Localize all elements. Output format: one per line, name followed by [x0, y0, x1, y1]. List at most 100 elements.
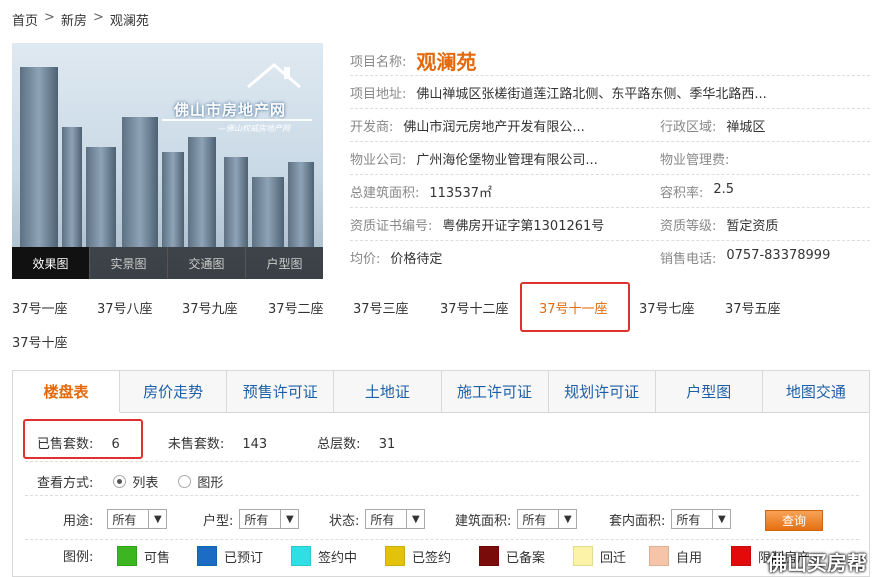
legend-item-signed: 已签约 — [385, 546, 451, 566]
view-mode: 查看方式: 列表 图形 — [37, 472, 223, 491]
info-row-price: 均价: 价格待定 销售电话: 0757-83378999 — [350, 241, 870, 274]
legend-item-label: 回迁 — [600, 550, 627, 566]
property-company-label: 物业公司: — [350, 152, 407, 168]
photo-tab-real[interactable]: 实景图 — [90, 247, 168, 279]
tab-price-trend[interactable]: 房价走势 — [120, 371, 228, 412]
building-item[interactable]: 37号二座 — [268, 298, 324, 317]
tab-planning-permit[interactable]: 规划许可证 — [549, 371, 656, 412]
photo-tab-floorplan[interactable]: 户型图 — [246, 247, 323, 279]
filter-status-select[interactable]: 所有 ▼ — [365, 509, 426, 529]
view-list-label[interactable]: 列表 — [132, 472, 158, 491]
divider — [25, 539, 859, 540]
photo-tab-rendering[interactable]: 效果图 — [12, 247, 90, 279]
chevron-down-icon: ▼ — [558, 510, 576, 528]
filter-status: 状态: 所有 ▼ — [329, 509, 426, 529]
filter-inner-area-select[interactable]: 所有 ▼ — [671, 509, 732, 529]
district-label: 行政区域: — [660, 119, 717, 135]
tab-land-cert[interactable]: 土地证 — [334, 371, 442, 412]
total-area-label: 总建筑面积: — [350, 185, 420, 201]
legend-swatch — [649, 546, 669, 566]
info-row-area: 总建筑面积: 113537㎡ 容积率: 2.5 — [350, 175, 870, 208]
legend-item-relocation: 回迁 — [573, 546, 626, 566]
legend-item-reserved: 已预订 — [197, 546, 263, 566]
info-row-developer: 开发商: 佛山市润元房地产开发有限公... 行政区域: 禅城区 — [350, 109, 870, 142]
project-info: 项目名称: 观澜苑 项目地址: 佛山禅城区张槎街道莲江路北侧、东平路东侧、季华北… — [350, 46, 870, 274]
logo-divider — [162, 119, 312, 121]
building-illustration — [162, 152, 184, 247]
breadcrumb-home[interactable]: 首页 — [12, 10, 38, 29]
filter-use-value: 所有 — [112, 512, 137, 527]
view-mode-label: 查看方式: — [37, 476, 94, 491]
site-logo-subtext: —佛山权威房地产网 — [218, 124, 290, 133]
tab-map-traffic[interactable]: 地图交通 — [763, 371, 869, 412]
building-item[interactable]: 37号八座 — [97, 298, 153, 317]
house-logo-icon — [247, 63, 301, 89]
legend-item-available: 可售 — [117, 546, 170, 566]
project-photo[interactable]: 佛山市房地产网 —佛山权威房地产网 效果图 实景图 交通图 户型图 — [12, 43, 323, 279]
building-illustration — [62, 127, 82, 247]
cert-number-value: 粤佛房开证字第1301261号 — [442, 218, 605, 234]
info-row-name: 项目名称: 观澜苑 — [350, 46, 870, 76]
filter-inner-area-label: 套内面积: — [609, 513, 666, 529]
legend-item-self-use: 自用 — [649, 546, 702, 566]
tab-building-table[interactable]: 楼盘表 — [13, 371, 121, 413]
filter-area-select[interactable]: 所有 ▼ — [517, 509, 578, 529]
info-row-cert: 资质证书编号: 粤佛房开证字第1301261号 资质等级: 暂定资质 — [350, 208, 870, 241]
cert-grade-label: 资质等级: — [660, 218, 717, 234]
developer-value: 佛山市润元房地产开发有限公... — [403, 119, 585, 135]
total-floors-value: 31 — [378, 437, 396, 452]
building-item[interactable]: 37号九座 — [182, 298, 238, 317]
photo-tab-traffic[interactable]: 交通图 — [168, 247, 246, 279]
query-button[interactable]: 查询 — [765, 510, 823, 531]
legend-swatch — [731, 546, 751, 566]
legend-item-label: 已预订 — [224, 550, 264, 566]
filter-use-select[interactable]: 所有 ▼ — [107, 509, 168, 529]
district-value: 禅城区 — [726, 119, 766, 135]
unsold-count-label: 未售套数: — [167, 437, 225, 452]
filter-type-select[interactable]: 所有 ▼ — [239, 509, 300, 529]
legend-swatch — [479, 546, 499, 566]
building-illustration — [122, 117, 158, 247]
filter-bar: 用途: 所有 ▼ 户型: 所有 ▼ 状态: 所有 ▼ 建筑面积: 所有 ▼ 套内… — [13, 505, 871, 535]
building-item[interactable]: 37号五座 — [725, 298, 781, 317]
sales-phone-value: 0757-83378999 — [726, 248, 831, 263]
building-illustration — [86, 147, 116, 247]
tab-floorplans[interactable]: 户型图 — [656, 371, 763, 412]
total-area-value: 113537㎡ — [429, 185, 493, 201]
view-graph-label[interactable]: 图形 — [197, 472, 223, 491]
legend-item-label: 已备案 — [506, 550, 546, 566]
address-label: 项目地址: — [350, 86, 407, 102]
info-row-property: 物业公司: 广州海伦堡物业管理有限公司... 物业管理费: — [350, 142, 870, 175]
avg-price-label: 均价: — [350, 252, 381, 267]
legend-item-label: 自用 — [676, 550, 703, 566]
tab-construction-permit[interactable]: 施工许可证 — [442, 371, 549, 412]
legend-item-label: 可售 — [144, 550, 171, 566]
detail-tabs: 楼盘表 房价走势 预售许可证 土地证 施工许可证 规划许可证 户型图 地图交通 — [13, 371, 869, 413]
view-list-radio[interactable] — [113, 475, 127, 488]
site-logo-text: 佛山市房地产网 — [174, 101, 287, 119]
legend-label: 图例: — [63, 550, 94, 565]
legend-item-label: 已签约 — [412, 550, 452, 566]
breadcrumb-current: 观澜苑 — [109, 14, 149, 29]
filter-use-label: 用途: — [63, 513, 94, 529]
highlight-box — [520, 282, 630, 332]
property-fee-label: 物业管理费: — [660, 152, 730, 168]
building-item[interactable]: 37号十二座 — [440, 298, 509, 317]
building-item[interactable]: 37号一座 — [12, 298, 68, 317]
filter-status-value: 所有 — [370, 512, 395, 527]
building-item[interactable]: 37号七座 — [639, 298, 695, 317]
building-item[interactable]: 37号三座 — [353, 298, 409, 317]
cert-grade-value: 暂定资质 — [726, 218, 779, 234]
breadcrumb-separator: > — [92, 10, 104, 25]
legend-swatch — [291, 546, 311, 566]
total-floors-label: 总层数: — [317, 437, 361, 452]
view-graph-radio[interactable] — [178, 475, 192, 488]
breadcrumb-newhouse[interactable]: 新房 — [61, 10, 87, 29]
filter-area: 建筑面积: 所有 ▼ — [455, 509, 578, 529]
building-item[interactable]: 37号十座 — [12, 332, 68, 351]
chevron-down-icon: ▼ — [406, 510, 424, 528]
legend-item-label: 签约中 — [318, 550, 358, 566]
legend-swatch — [573, 546, 593, 566]
divider — [25, 461, 859, 462]
tab-presale-permit[interactable]: 预售许可证 — [227, 371, 335, 412]
